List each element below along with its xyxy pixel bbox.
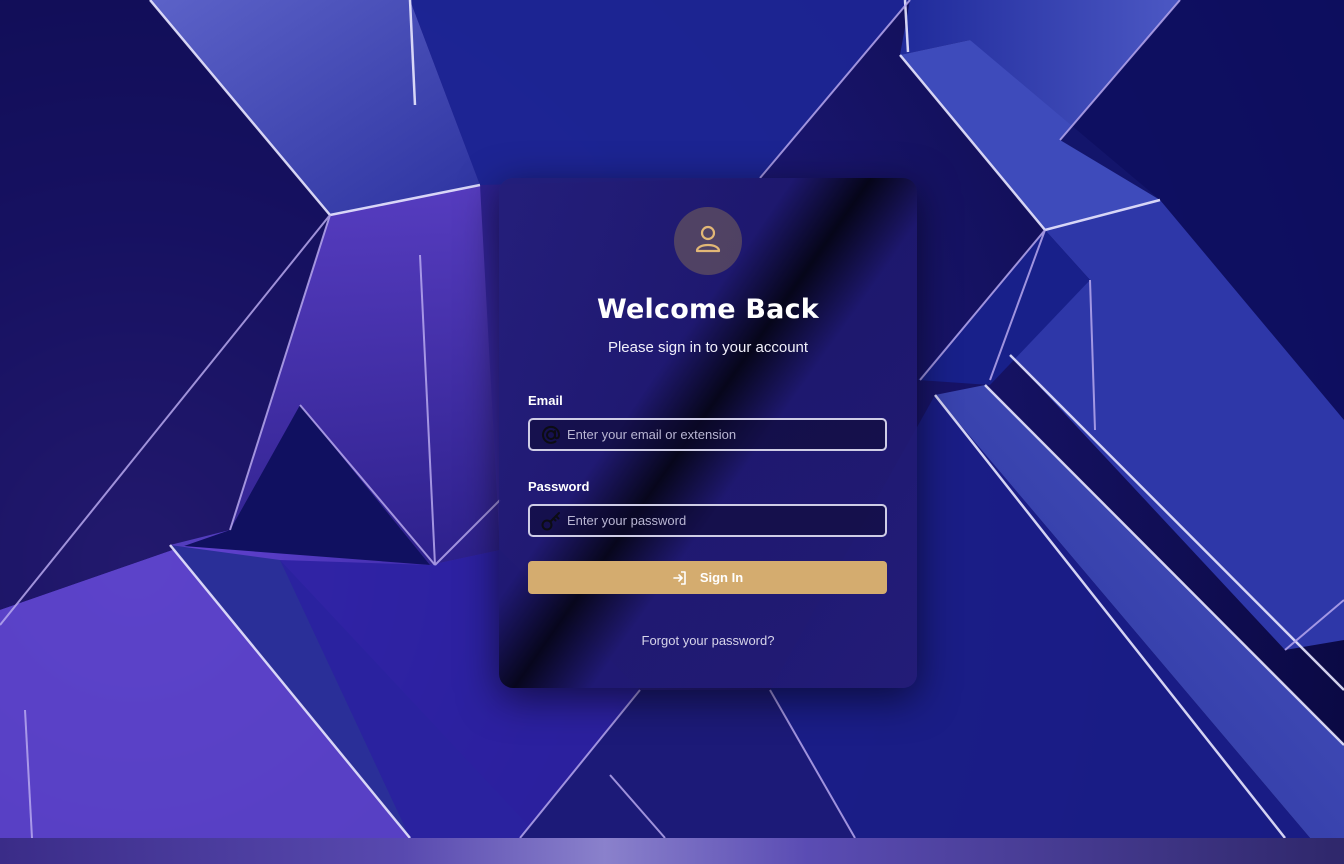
email-label: Email [528,393,563,408]
email-field-wrapper [528,418,887,451]
page-title: Welcome Back [597,294,819,325]
login-card: Welcome Back Please sign in to your acco… [499,178,917,688]
email-input[interactable] [567,427,885,442]
sign-in-button[interactable]: Sign In [528,561,887,594]
login-page: Welcome Back Please sign in to your acco… [0,0,1344,864]
avatar [674,207,742,275]
sign-in-label: Sign In [699,570,744,585]
password-field-wrapper [528,504,887,537]
page-subtitle: Please sign in to your account [607,339,809,356]
key-icon [539,509,563,533]
bottom-strip [0,838,1344,864]
password-label: Password [528,479,590,494]
user-icon [693,223,723,259]
at-sign-icon [539,423,563,447]
sign-in-icon [672,570,688,586]
forgot-password-link[interactable]: Forgot your password? [499,633,917,648]
password-input[interactable] [567,513,885,528]
